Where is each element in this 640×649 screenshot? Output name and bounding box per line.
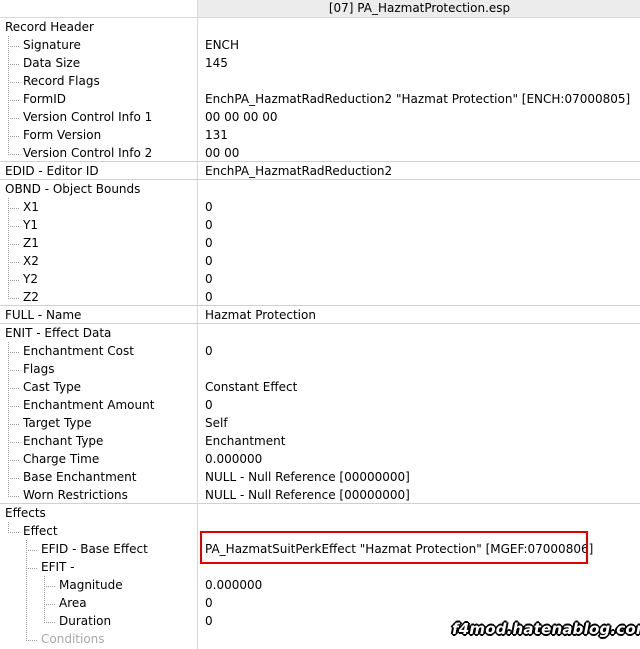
watermark: f4mod.hatenablog.com — [452, 620, 640, 638]
row-value: 0 — [205, 272, 213, 286]
row-label: Z1 — [23, 236, 39, 250]
row-value: Enchantment — [205, 434, 286, 448]
row-label: Effects — [5, 506, 46, 520]
row-label: Area — [59, 596, 87, 610]
row-value: NULL - Null Reference [00000000] — [205, 488, 410, 502]
row-value: 0 — [205, 290, 213, 304]
row-label: Data Size — [23, 56, 81, 70]
row-value: Hazmat Protection — [205, 308, 316, 322]
row-value: NULL - Null Reference [00000000] — [205, 470, 410, 484]
row-value: 0 — [205, 596, 213, 610]
tree-row-flags[interactable]: Flags — [0, 360, 640, 378]
row-value: EnchPA_HazmatRadReduction2 "Hazmat Prote… — [205, 92, 631, 106]
row-label: Charge Time — [23, 452, 100, 466]
row-label: Version Control Info 2 — [23, 146, 153, 160]
tree-row-worn-restrictions[interactable]: Worn Restrictions NULL - Null Reference [… — [0, 486, 640, 504]
tree-row-enchant-type[interactable]: Enchant Type Enchantment — [0, 432, 640, 450]
tree-row-form-version[interactable]: Form Version 131 — [0, 126, 640, 144]
tree-row-x1[interactable]: X1 0 — [0, 198, 640, 216]
tree-row-enit[interactable]: ENIT - Effect Data — [0, 324, 640, 342]
tree-row-x2[interactable]: X2 0 — [0, 252, 640, 270]
row-value: 00 00 00 00 — [205, 110, 278, 124]
tree-row-magnitude[interactable]: Magnitude 0.000000 — [0, 576, 640, 594]
row-label: EFID - Base Effect — [41, 542, 148, 556]
tree-row-base-enchantment[interactable]: Base Enchantment NULL - Null Reference [0… — [0, 468, 640, 486]
plugin-header: [07] PA_HazmatProtection.esp — [0, 0, 640, 18]
tree-row-charge-time[interactable]: Charge Time 0.000000 — [0, 450, 640, 468]
row-value: 0 — [205, 344, 213, 358]
row-label: Y1 — [23, 218, 38, 232]
row-label: Enchant Type — [23, 434, 104, 448]
row-label: Target Type — [23, 416, 92, 430]
row-label: Enchantment Cost — [23, 344, 134, 358]
row-value: ENCH — [205, 38, 239, 52]
row-value: 0 — [205, 614, 213, 628]
row-label: FormID — [23, 92, 67, 106]
row-value: 145 — [205, 56, 228, 70]
row-value: 0 — [205, 200, 213, 214]
row-label: Conditions — [41, 632, 105, 646]
row-value: 131 — [205, 128, 228, 142]
tree-row-target-type[interactable]: Target Type Self — [0, 414, 640, 432]
tree-row-z1[interactable]: Z1 0 — [0, 234, 640, 252]
row-value: 0 — [205, 236, 213, 250]
row-label: Base Enchantment — [23, 470, 137, 484]
tree-row-version-control-2[interactable]: Version Control Info 2 00 00 — [0, 144, 640, 162]
tree-row-y2[interactable]: Y2 0 — [0, 270, 640, 288]
tree-row-signature[interactable]: Signature ENCH — [0, 36, 640, 54]
tree-row-data-size[interactable]: Data Size 145 — [0, 54, 640, 72]
row-value: 0 — [205, 218, 213, 232]
row-label: OBND - Object Bounds — [5, 182, 141, 196]
row-label: Worn Restrictions — [23, 488, 128, 502]
row-value: Self — [205, 416, 228, 430]
row-label: EDID - Editor ID — [5, 164, 99, 178]
row-label: Record Header — [5, 20, 94, 34]
tree-row-area[interactable]: Area 0 — [0, 594, 640, 612]
row-label: Record Flags — [23, 74, 100, 88]
plugin-title: [07] PA_HazmatProtection.esp — [197, 0, 640, 17]
row-value: 0 — [205, 254, 213, 268]
row-label: Z2 — [23, 290, 39, 304]
tree-row-z2[interactable]: Z2 0 — [0, 288, 640, 306]
tree-row-formid[interactable]: FormID EnchPA_HazmatRadReduction2 "Hazmat… — [0, 90, 640, 108]
tree-row-effects[interactable]: Effects — [0, 504, 640, 522]
row-label: Enchantment Amount — [23, 398, 155, 412]
row-label: EFIT - — [41, 560, 75, 574]
row-label: FULL - Name — [5, 308, 82, 322]
tree-row-y1[interactable]: Y1 0 — [0, 216, 640, 234]
row-label: Cast Type — [23, 380, 82, 394]
row-value: 00 00 — [205, 146, 240, 160]
row-label: X2 — [23, 254, 39, 268]
row-label: Y2 — [23, 272, 38, 286]
row-label: Magnitude — [59, 578, 123, 592]
row-label: Version Control Info 1 — [23, 110, 153, 124]
row-label: Flags — [23, 362, 55, 376]
tree-row-record-header[interactable]: Record Header — [0, 18, 640, 36]
row-value: EnchPA_HazmatRadReduction2 — [205, 164, 393, 178]
tree-row-version-control-1[interactable]: Version Control Info 1 00 00 00 00 — [0, 108, 640, 126]
row-label: Effect — [23, 524, 58, 538]
tree-row-obnd[interactable]: OBND - Object Bounds — [0, 180, 640, 198]
row-label: X1 — [23, 200, 39, 214]
row-value: 0.000000 — [205, 578, 263, 592]
tree-row-record-flags[interactable]: Record Flags — [0, 72, 640, 90]
row-label: Duration — [59, 614, 112, 628]
tree-row-full-name[interactable]: FULL - Name Hazmat Protection — [0, 306, 640, 324]
row-value: 0 — [205, 398, 213, 412]
row-label: ENIT - Effect Data — [5, 326, 112, 340]
row-value: 0.000000 — [205, 452, 263, 466]
row-value: Constant Effect — [205, 380, 298, 394]
row-label: Signature — [23, 38, 81, 52]
tree-row-enchantment-cost[interactable]: Enchantment Cost 0 — [0, 342, 640, 360]
row-label: Form Version — [23, 128, 102, 142]
highlight-box — [200, 531, 588, 564]
tree-row-edid[interactable]: EDID - Editor ID EnchPA_HazmatRadReductio… — [0, 162, 640, 180]
tree-row-enchantment-amount[interactable]: Enchantment Amount 0 — [0, 396, 640, 414]
tree-row-cast-type[interactable]: Cast Type Constant Effect — [0, 378, 640, 396]
